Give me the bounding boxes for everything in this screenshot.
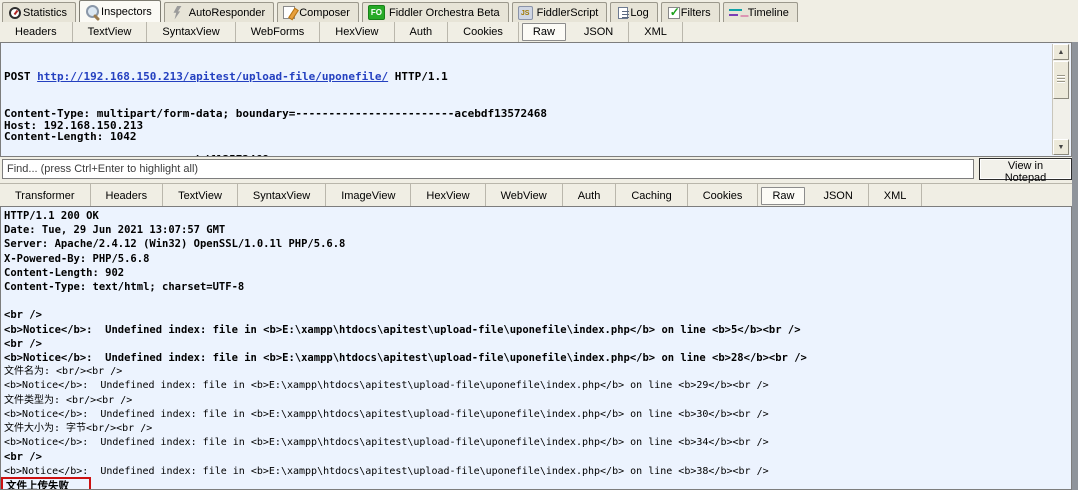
response-raw-pane: HTTP/1.1 200 OK Date: Tue, 29 Jun 2021 13… — [0, 206, 1072, 490]
scroll-up-arrow-icon[interactable]: ▲ — [1053, 44, 1069, 60]
upload-failed-highlight: 文件上传失败 — [1, 476, 91, 489]
raw-line — [4, 294, 1051, 308]
tab-req-xml[interactable]: XML — [629, 22, 683, 42]
raw-line: <b>Notice</b>: Undefined index: file in … — [4, 408, 769, 420]
tab-label: FiddlerScript — [536, 6, 599, 19]
raw-line: 文件名为: <br/><br /> — [4, 366, 123, 378]
scroll-down-arrow-icon[interactable]: ▼ — [1053, 139, 1069, 155]
raw-line: <br /> — [4, 337, 42, 350]
tab-timeline[interactable]: Timeline — [722, 2, 798, 22]
tab-filters[interactable]: Filters — [660, 2, 720, 22]
tab-resp-raw[interactable]: Raw — [761, 186, 806, 205]
tab-label: Statistics — [23, 6, 68, 19]
find-bar: View in Notepad — [0, 158, 1078, 184]
tab-req-headers[interactable]: Headers — [0, 22, 73, 42]
raw-line: <b>Notice</b>: Undefined index: file in … — [4, 352, 807, 365]
request-lines: Content-Type: multipart/form-data; bound… — [4, 107, 1051, 156]
response-raw-text: HTTP/1.1 200 OK Date: Tue, 29 Jun 2021 13… — [1, 209, 1051, 489]
view-in-notepad-button[interactable]: View in Notepad — [979, 158, 1072, 184]
tab-resp-headers[interactable]: Headers — [91, 184, 164, 207]
filters-checkbox-icon — [667, 5, 680, 19]
tab-statistics[interactable]: Statistics — [2, 2, 77, 22]
raw-line: HTTP/1.1 200 OK — [4, 210, 99, 222]
fiddler-inspectors-window: Statistics Inspectors AutoResponder Comp… — [0, 0, 1078, 490]
tab-req-hexview[interactable]: HexView — [320, 22, 395, 42]
tab-label: Composer — [299, 6, 350, 19]
tab-req-syntaxview[interactable]: SyntaxView — [147, 22, 236, 42]
tab-fiddler-orchestra-beta[interactable]: Fiddler Orchestra Beta — [361, 2, 509, 22]
tab-resp-hexview[interactable]: HexView — [411, 184, 486, 207]
raw-line: Content-Length: 1042 — [4, 130, 137, 144]
raw-line: 文件大小为: 字节<br/><br /> — [4, 423, 153, 435]
tab-req-raw[interactable]: Raw — [521, 23, 566, 41]
tab-label: Filters — [680, 6, 711, 19]
orchestra-fo-icon — [367, 5, 385, 20]
raw-line: <br /> — [4, 309, 42, 322]
tab-label: Log — [630, 6, 649, 19]
request-url-link[interactable]: http://192.168.150.213/apitest/upload-fi… — [37, 70, 388, 83]
statistics-icon — [9, 6, 21, 19]
tab-req-textview[interactable]: TextView — [73, 22, 148, 42]
tab-fiddlerscript[interactable]: FiddlerScript — [511, 2, 608, 22]
request-raw-text: POST http://192.168.150.213/apitest/uplo… — [4, 45, 1051, 156]
tab-resp-json[interactable]: JSON — [808, 184, 869, 207]
raw-line: Server: Apache/2.4.12 (Win32) OpenSSL/1.… — [4, 238, 346, 251]
tab-resp-webview[interactable]: WebView — [486, 184, 563, 207]
raw-line: <b>Notice</b>: Undefined index: file in … — [4, 465, 769, 477]
request-method: POST — [4, 70, 38, 83]
timeline-bars-icon — [728, 6, 744, 20]
raw-line: --------------------------acebdf13572468 — [4, 154, 1051, 156]
tab-req-webforms[interactable]: WebForms — [236, 22, 321, 42]
lightning-icon — [170, 6, 185, 20]
fiddlerscript-icon — [517, 6, 533, 20]
tab-req-auth[interactable]: Auth — [395, 22, 449, 42]
request-line-1: POST http://192.168.150.213/apitest/uplo… — [4, 71, 1051, 82]
raw-line: Host: 192.168.150.213 — [4, 118, 144, 132]
tab-label: Timeline — [747, 6, 789, 19]
log-document-icon — [618, 6, 630, 19]
raw-line: <b>Notice</b>: Undefined index: file in … — [4, 323, 801, 336]
find-input[interactable] — [2, 159, 974, 179]
raw-line: Date: Tue, 29 Jun 2021 13:07:57 GMT — [4, 224, 226, 237]
raw-line: Content-Type: text/html; charset=UTF-8 — [4, 281, 245, 294]
inspectors-magnifier-icon — [86, 4, 100, 18]
tab-resp-xml[interactable]: XML — [869, 184, 923, 207]
raw-line: X-Powered-By: PHP/5.6.8 — [4, 252, 150, 265]
raw-line: Content-Length: 902 — [4, 266, 125, 279]
raw-line: <b>Notice</b>: Undefined index: file in … — [4, 380, 769, 392]
raw-line: Content-Type: multipart/form-data; bound… — [4, 107, 548, 121]
tab-log[interactable]: Log — [610, 2, 658, 22]
main-tab-bar: Statistics Inspectors AutoResponder Comp… — [0, 0, 1078, 22]
tab-resp-syntaxview[interactable]: SyntaxView — [238, 184, 327, 207]
request-raw-pane: POST http://192.168.150.213/apitest/uplo… — [0, 42, 1072, 157]
composer-pencil-icon — [283, 6, 296, 19]
tab-inspectors[interactable]: Inspectors — [79, 0, 161, 22]
raw-line: <b>Notice</b>: Undefined index: file in … — [4, 437, 769, 449]
tab-label: Fiddler Orchestra Beta — [388, 6, 500, 19]
request-http-version: HTTP/1.1 — [388, 70, 448, 83]
window-edge-strip — [1072, 42, 1078, 490]
raw-line: 文件类型为: <br/><br /> — [4, 394, 133, 406]
tab-resp-textview[interactable]: TextView — [163, 184, 238, 207]
tab-label: Inspectors — [101, 5, 152, 18]
response-inspector-tabs: Transformer Headers TextView SyntaxView Imag… — [0, 183, 1078, 208]
tab-resp-imageview[interactable]: ImageView — [326, 184, 412, 207]
tab-composer[interactable]: Composer — [277, 2, 359, 22]
tab-req-json[interactable]: JSON — [569, 22, 630, 42]
tab-resp-cookies[interactable]: Cookies — [688, 184, 759, 207]
tab-resp-auth[interactable]: Auth — [563, 184, 617, 207]
request-inspector-tabs: Headers TextView SyntaxView WebForms HexView… — [0, 22, 1078, 43]
tab-label: AutoResponder — [188, 6, 266, 19]
tab-resp-caching[interactable]: Caching — [616, 184, 688, 207]
raw-line: <br /> — [4, 451, 42, 464]
tab-resp-transformer[interactable]: Transformer — [0, 184, 91, 207]
request-scrollbar[interactable]: ▲ ▼ — [1052, 44, 1070, 155]
tab-autoresponder[interactable]: AutoResponder — [163, 2, 275, 22]
scrollbar-thumb[interactable] — [1053, 61, 1069, 99]
tab-req-cookies[interactable]: Cookies — [448, 22, 519, 42]
